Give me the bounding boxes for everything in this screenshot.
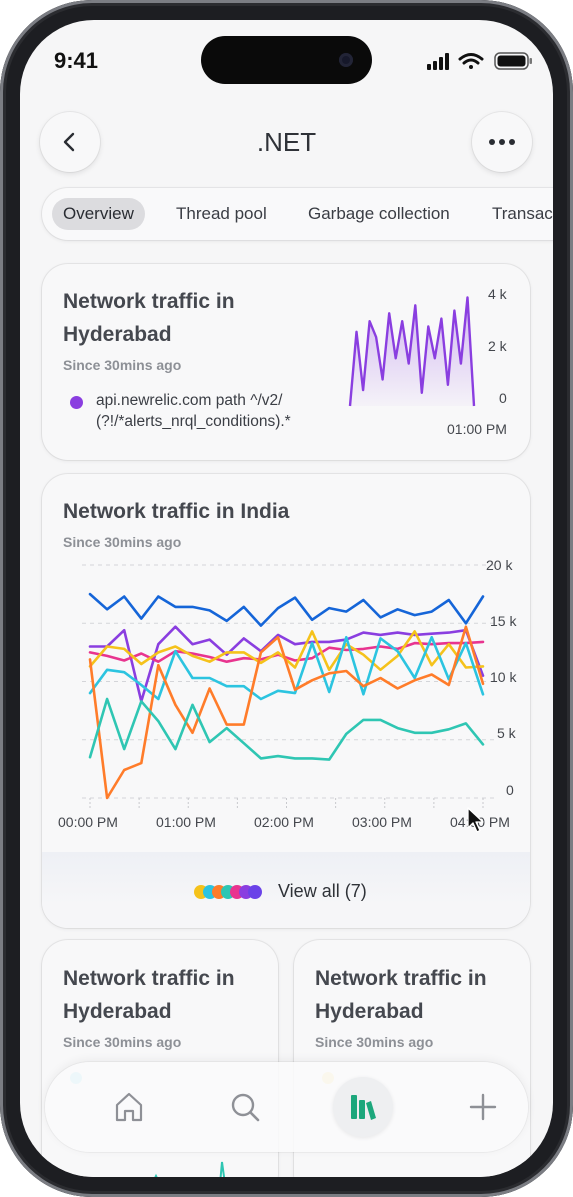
x-tick-marks (89, 798, 484, 808)
status-time: 9:41 (54, 48, 99, 73)
plus-icon (469, 1093, 497, 1121)
nav-home[interactable] (107, 1085, 151, 1129)
nav-search[interactable] (223, 1085, 267, 1129)
x-tick-0000pm: 00:00 PM (58, 814, 118, 830)
status-icons (427, 52, 532, 70)
x-tick-0200pm: 02:00 PM (254, 814, 314, 830)
phone-frame: 9:41 .NET Overview Thread pool Garbage c… (0, 0, 573, 1197)
sparkline-chart (348, 296, 476, 407)
chart-series (88, 592, 485, 800)
card-title-line2: Hyderabad (63, 1000, 172, 1023)
battery-icon (494, 52, 532, 70)
nav-add[interactable] (461, 1085, 505, 1129)
tab-transactions[interactable]: Transac (492, 198, 553, 230)
y-tick-0: 0 (506, 782, 514, 798)
chart-gridlines (82, 564, 494, 799)
multi-line-chart (82, 564, 494, 808)
y-tick-15k: 15 k (490, 613, 517, 629)
card-title-line2: Hyderabad (315, 1000, 424, 1023)
tab-thread-pool[interactable]: Thread pool (176, 198, 267, 230)
card-subtitle: Since 30mins ago (63, 534, 182, 550)
card-subtitle: Since 30mins ago (63, 1034, 182, 1050)
y-tick-0: 0 (499, 390, 507, 406)
camera-icon (339, 53, 353, 67)
y-tick-20k: 20 k (486, 557, 513, 573)
card-title: Network traffic in India (63, 500, 290, 523)
card-title-line1: Network traffic in (63, 967, 235, 990)
view-all-label[interactable]: View all (7) (278, 881, 367, 902)
card-title-line2: Hyderabad (63, 323, 172, 346)
card-network-traffic-hyderabad[interactable]: Network traffic in Hyderabad Since 30min… (42, 264, 530, 460)
library-icon (351, 1095, 376, 1120)
card-network-traffic-india[interactable]: Network traffic in India Since 30mins ag… (42, 474, 530, 928)
signal-icon (427, 53, 449, 70)
y-tick-10k: 10 k (490, 669, 517, 685)
series-line-7 (88, 697, 485, 761)
more-options-button[interactable] (472, 112, 532, 172)
legend-label-line2: (?!/*alerts_nrql_conditions).* (96, 413, 291, 430)
x-tick-0100pm: 01:00 PM (447, 421, 507, 437)
mini-chart-peek (154, 1161, 226, 1177)
tab-bar: Overview Thread pool Garbage collection … (42, 188, 553, 240)
mouse-pointer-icon (467, 807, 484, 833)
nav-library[interactable] (341, 1085, 385, 1129)
x-tick-0300pm: 03:00 PM (352, 814, 412, 830)
card-title-line1: Network traffic in (315, 967, 487, 990)
y-tick-4k: 4 k (488, 286, 507, 302)
series-line-5 (88, 635, 485, 701)
legend-swatch-7 (248, 885, 262, 899)
search-icon (231, 1093, 260, 1122)
y-tick-2k: 2 k (488, 338, 507, 354)
wifi-icon (458, 53, 484, 69)
home-icon (115, 1092, 143, 1122)
legend-label-line1: api.newrelic.com path ^/v2/ (96, 392, 283, 409)
card-subtitle: Since 30mins ago (315, 1034, 434, 1050)
tab-overview[interactable]: Overview (52, 198, 145, 230)
series-line-1 (88, 592, 485, 627)
y-tick-5k: 5 k (497, 725, 516, 741)
card-subtitle: Since 30mins ago (63, 357, 182, 373)
tab-garbage-collection[interactable]: Garbage collection (308, 198, 450, 230)
screen: 9:41 .NET Overview Thread pool Garbage c… (20, 20, 553, 1177)
legend-dot (70, 396, 83, 409)
ellipsis-icon (489, 139, 515, 145)
x-tick-0100pm: 01:00 PM (156, 814, 216, 830)
card-title-line1: Network traffic in (63, 290, 235, 313)
